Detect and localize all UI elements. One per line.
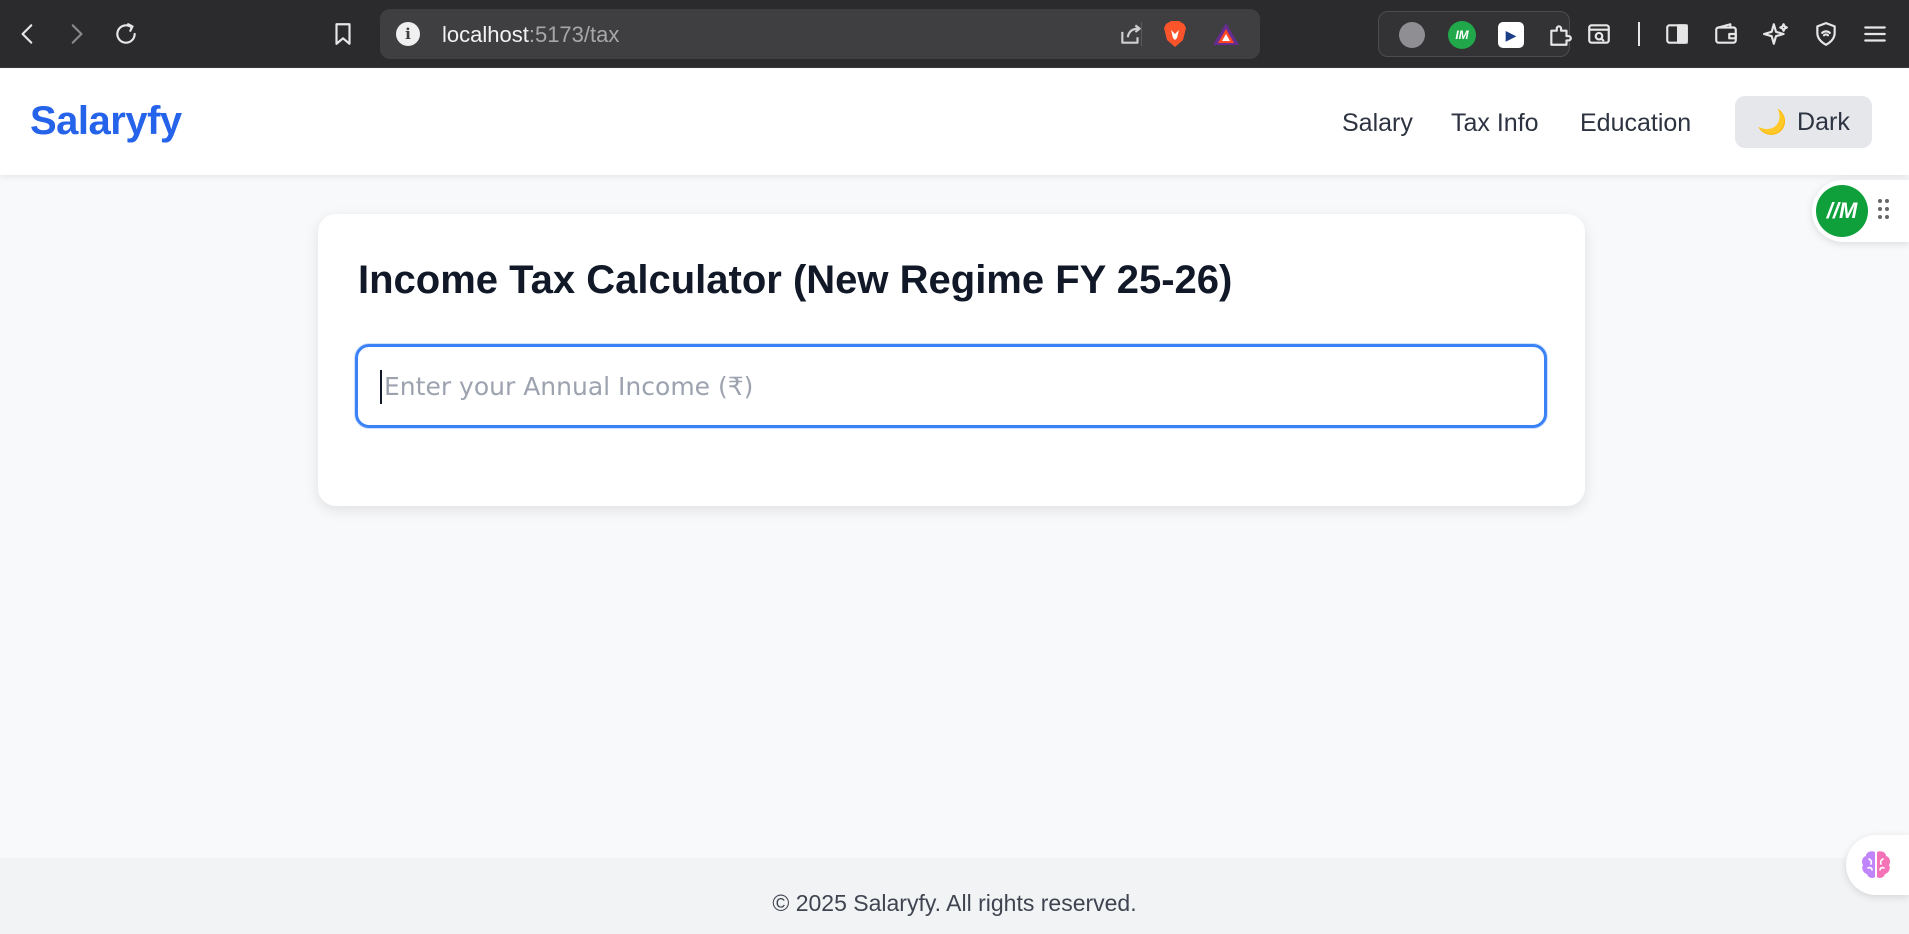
bookmark-button[interactable] xyxy=(325,16,361,52)
sparkle-icon xyxy=(1763,23,1788,45)
brain-icon xyxy=(1862,851,1890,878)
extensions-button[interactable] xyxy=(1545,20,1575,50)
play-icon: ▶ xyxy=(1498,22,1524,48)
annual-income-input[interactable] xyxy=(355,344,1547,428)
theme-toggle-button[interactable]: 🌙 Dark xyxy=(1735,96,1872,148)
tax-calculator-card: Income Tax Calculator (New Regime FY 25-… xyxy=(318,214,1585,506)
app-logo[interactable]: Salaryfy xyxy=(30,99,182,144)
back-button[interactable] xyxy=(10,16,46,52)
theme-toggle-label: Dark xyxy=(1797,107,1850,136)
leo-ai-button[interactable] xyxy=(1760,18,1792,50)
extension-gray[interactable] xyxy=(1397,20,1427,50)
shield-wifi-icon xyxy=(1816,22,1836,46)
im-icon: IM xyxy=(1448,21,1476,49)
address-bar[interactable]: i localhost:5173/tax xyxy=(380,9,1260,59)
browser-toolbar: i localhost:5173/tax IM ▶ xyxy=(0,0,1909,68)
reload-button[interactable] xyxy=(108,16,144,52)
puzzle-icon xyxy=(1550,25,1572,46)
extensions-group: IM ▶ xyxy=(1378,11,1572,57)
menu-button[interactable] xyxy=(1859,18,1891,50)
nav-link-tax-info[interactable]: Tax Info xyxy=(1451,109,1539,138)
app-header: Salaryfy Salary Tax Info Education 🌙 Dar… xyxy=(0,69,1909,175)
nav-link-salary[interactable]: Salary xyxy=(1342,109,1413,138)
moon-icon: 🌙 xyxy=(1757,108,1788,136)
sidebar-icon xyxy=(1666,24,1688,44)
drag-handle-icon[interactable] xyxy=(1878,199,1890,221)
sidebar-button[interactable] xyxy=(1661,18,1693,50)
nav-link-education[interactable]: Education xyxy=(1580,109,1691,138)
search-tab-button[interactable] xyxy=(1583,18,1615,50)
text-caret xyxy=(380,370,382,404)
extension-im[interactable]: IM xyxy=(1447,20,1477,50)
blocked-icon xyxy=(1399,22,1425,48)
divider xyxy=(1141,22,1142,46)
chevron-right-icon xyxy=(71,24,83,44)
brave-rewards-icon[interactable] xyxy=(1212,21,1240,47)
window-search-icon xyxy=(1588,24,1610,44)
site-info-icon[interactable]: i xyxy=(396,22,420,46)
bookmark-icon xyxy=(335,23,351,45)
forward-button[interactable] xyxy=(58,16,94,52)
divider xyxy=(1638,22,1640,46)
vpn-button[interactable] xyxy=(1810,18,1842,50)
footer-copyright: © 2025 Salaryfy. All rights reserved. xyxy=(772,890,1137,916)
extension-blue[interactable]: ▶ xyxy=(1496,20,1526,50)
reload-icon xyxy=(116,23,136,44)
page-title: Income Tax Calculator (New Regime FY 25-… xyxy=(358,258,1233,302)
assistant-widget[interactable] xyxy=(1846,835,1909,895)
im-badge-icon[interactable]: //M xyxy=(1816,185,1868,237)
wallet-icon xyxy=(1715,23,1737,44)
url-text[interactable]: localhost:5173/tax xyxy=(442,22,619,48)
brave-shields-icon[interactable] xyxy=(1162,20,1188,48)
floating-widget[interactable]: //M xyxy=(1812,180,1909,242)
chevron-left-icon xyxy=(21,24,33,44)
footer: © 2025 Salaryfy. All rights reserved. xyxy=(0,858,1909,934)
wallet-button[interactable] xyxy=(1710,18,1742,50)
hamburger-icon xyxy=(1864,26,1886,42)
